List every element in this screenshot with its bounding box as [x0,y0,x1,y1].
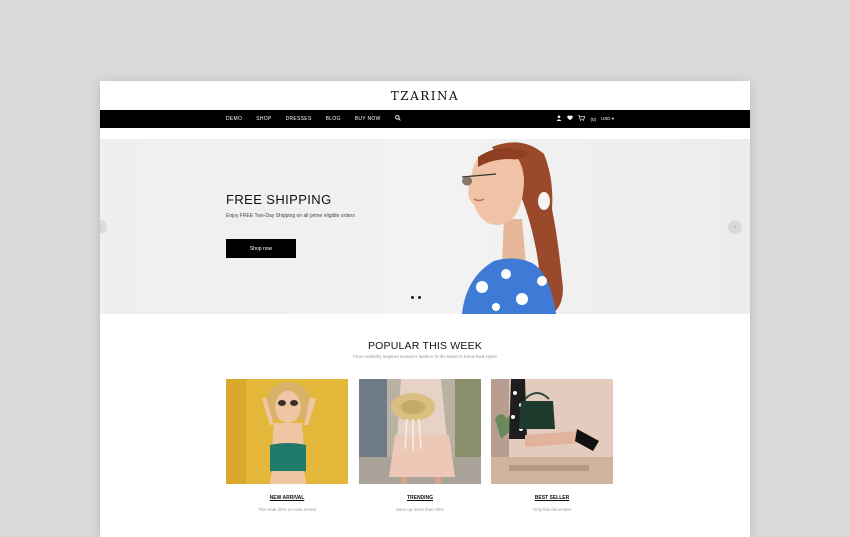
card-description: Save up more than 30% [395,507,445,512]
hero-subtitle: Enjoy FREE Two-Day Shipping on all prime… [226,213,355,219]
new-arrival-image [226,379,348,484]
hero-title: FREE SHIPPING [226,192,332,207]
card-image[interactable] [226,379,348,484]
best-seller-image [491,379,613,484]
nav-links: DEMO SHOP DRESSES BLOG BUY NOW [226,115,401,123]
user-icon[interactable] [556,115,562,123]
card-image[interactable] [359,379,481,484]
currency-select[interactable]: USD ▾ [601,116,614,122]
card-label[interactable]: TRENDING [359,495,481,501]
cart-count[interactable]: (0) [590,117,596,122]
slider-dots [411,296,421,299]
card-label[interactable]: BEST SELLER [491,495,613,501]
card-label[interactable]: NEW ARRIVAL [226,495,348,501]
chevron-left-icon[interactable]: ‹ [100,220,107,234]
hero-model-image [461,142,563,314]
section-title: POPULAR THIS WEEK [367,340,483,352]
card-description: The Sale 20% on new arrival [258,507,316,512]
nav-item-dresses[interactable]: DRESSES [286,116,312,122]
product-card-new-arrival: NEW ARRIVAL The Sale 20% on new arrival [226,379,348,512]
heart-icon[interactable] [567,115,574,123]
card-image[interactable] [491,379,613,484]
trending-image [359,379,481,484]
shop-now-button[interactable]: Shop now [226,239,296,258]
card-description: Only this december [532,507,572,512]
nav-utilities: (0) USD ▾ [556,110,614,128]
nav-item-buy-now[interactable]: BUY NOW [355,116,381,122]
cart-icon[interactable] [578,115,586,123]
main-nav: DEMO SHOP DRESSES BLOG BUY NOW (0) USD ▾ [100,110,750,128]
nav-item-demo[interactable]: DEMO [226,116,242,122]
hero-slider: ‹ FREE SHIPPING Enjoy FREE Two-Day Shipp… [100,139,750,314]
currency-label: USD [600,116,611,121]
slider-dot[interactable] [411,296,414,299]
section-subtitle: From celebrity inspired women's fashion … [353,354,497,359]
site-logo[interactable]: TZARINA [391,89,459,103]
nav-item-blog[interactable]: BLOG [326,116,341,122]
nav-item-shop[interactable]: SHOP [256,116,271,122]
chevron-right-icon[interactable]: › [728,220,742,234]
slider-dot[interactable] [418,296,421,299]
product-card-trending: TRENDING Save up more than 30% [359,379,481,512]
browser-page: TZARINA DEMO SHOP DRESSES BLOG BUY NOW (… [100,81,750,537]
product-card-best-seller: BEST SELLER Only this december [491,379,613,512]
header: TZARINA [100,81,750,110]
search-icon[interactable] [394,115,401,123]
